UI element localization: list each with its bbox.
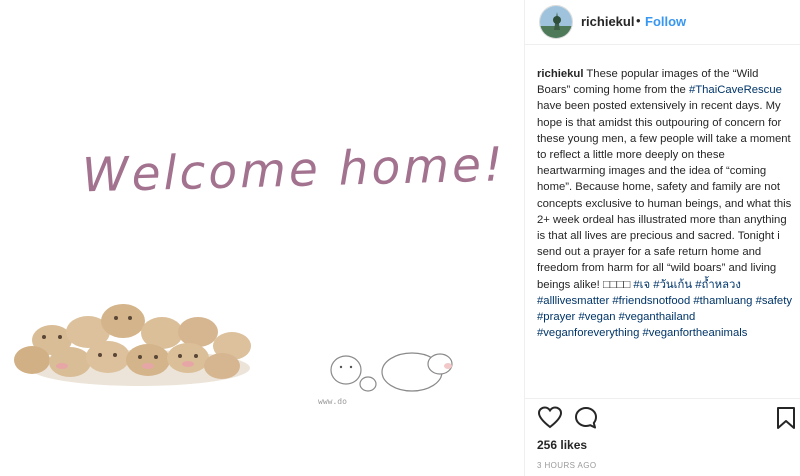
- header-separator: •: [636, 13, 641, 28]
- post-sidebar: richiekul • Follow richiekul These popul…: [524, 0, 800, 476]
- hashtag-link[interactable]: #ThaiCaveRescue: [689, 84, 782, 96]
- post-header: richiekul • Follow: [525, 0, 800, 44]
- actions-divider: [525, 398, 800, 399]
- hashtag-link[interactable]: #friendsnotfood: [612, 295, 690, 307]
- boar-herd: [14, 304, 251, 386]
- comment-icon[interactable]: [573, 405, 599, 431]
- post-caption: richiekul These popular images of the “W…: [537, 66, 792, 341]
- welcome-text: Welcome home!: [81, 137, 506, 203]
- hashtag-link[interactable]: #เจ: [633, 279, 650, 291]
- hashtag-link[interactable]: #safety: [756, 295, 792, 307]
- caption-text: have been posted extensively in recent d…: [537, 100, 792, 291]
- hashtag-link[interactable]: #thamluang: [693, 295, 752, 307]
- hashtag-link[interactable]: #veganthailand: [619, 311, 696, 323]
- post-image[interactable]: Welcome home! www.do: [0, 0, 523, 476]
- hashtag-link[interactable]: #veganforeverything: [537, 327, 639, 339]
- avatar-image: [540, 6, 572, 38]
- bookmark-icon[interactable]: [773, 405, 799, 431]
- like-count[interactable]: 256 likes: [537, 438, 587, 452]
- hashtag-link[interactable]: #prayer: [537, 311, 575, 323]
- caption-username[interactable]: richiekul: [537, 68, 583, 80]
- follow-button[interactable]: Follow: [645, 14, 686, 29]
- hashtag-link[interactable]: #ถ้ำหลวง: [695, 279, 741, 291]
- header-divider: [525, 44, 800, 45]
- avatar[interactable]: [539, 5, 573, 39]
- heart-icon[interactable]: [537, 405, 563, 431]
- hashtag-link[interactable]: #วันเก้น: [653, 279, 692, 291]
- hashtag-link[interactable]: #alllivesmatter: [537, 295, 609, 307]
- illustration: Welcome home! www.do: [14, 137, 506, 406]
- action-bar: [537, 405, 799, 431]
- header-username[interactable]: richiekul: [581, 14, 634, 29]
- hashtag-link[interactable]: #vegan: [578, 311, 615, 323]
- image-watermark: www.do: [318, 397, 347, 406]
- hashtag-link[interactable]: #veganfortheanimals: [643, 327, 748, 339]
- post-timestamp[interactable]: 3 HOURS AGO: [537, 461, 597, 470]
- sketch-animals: [330, 352, 453, 392]
